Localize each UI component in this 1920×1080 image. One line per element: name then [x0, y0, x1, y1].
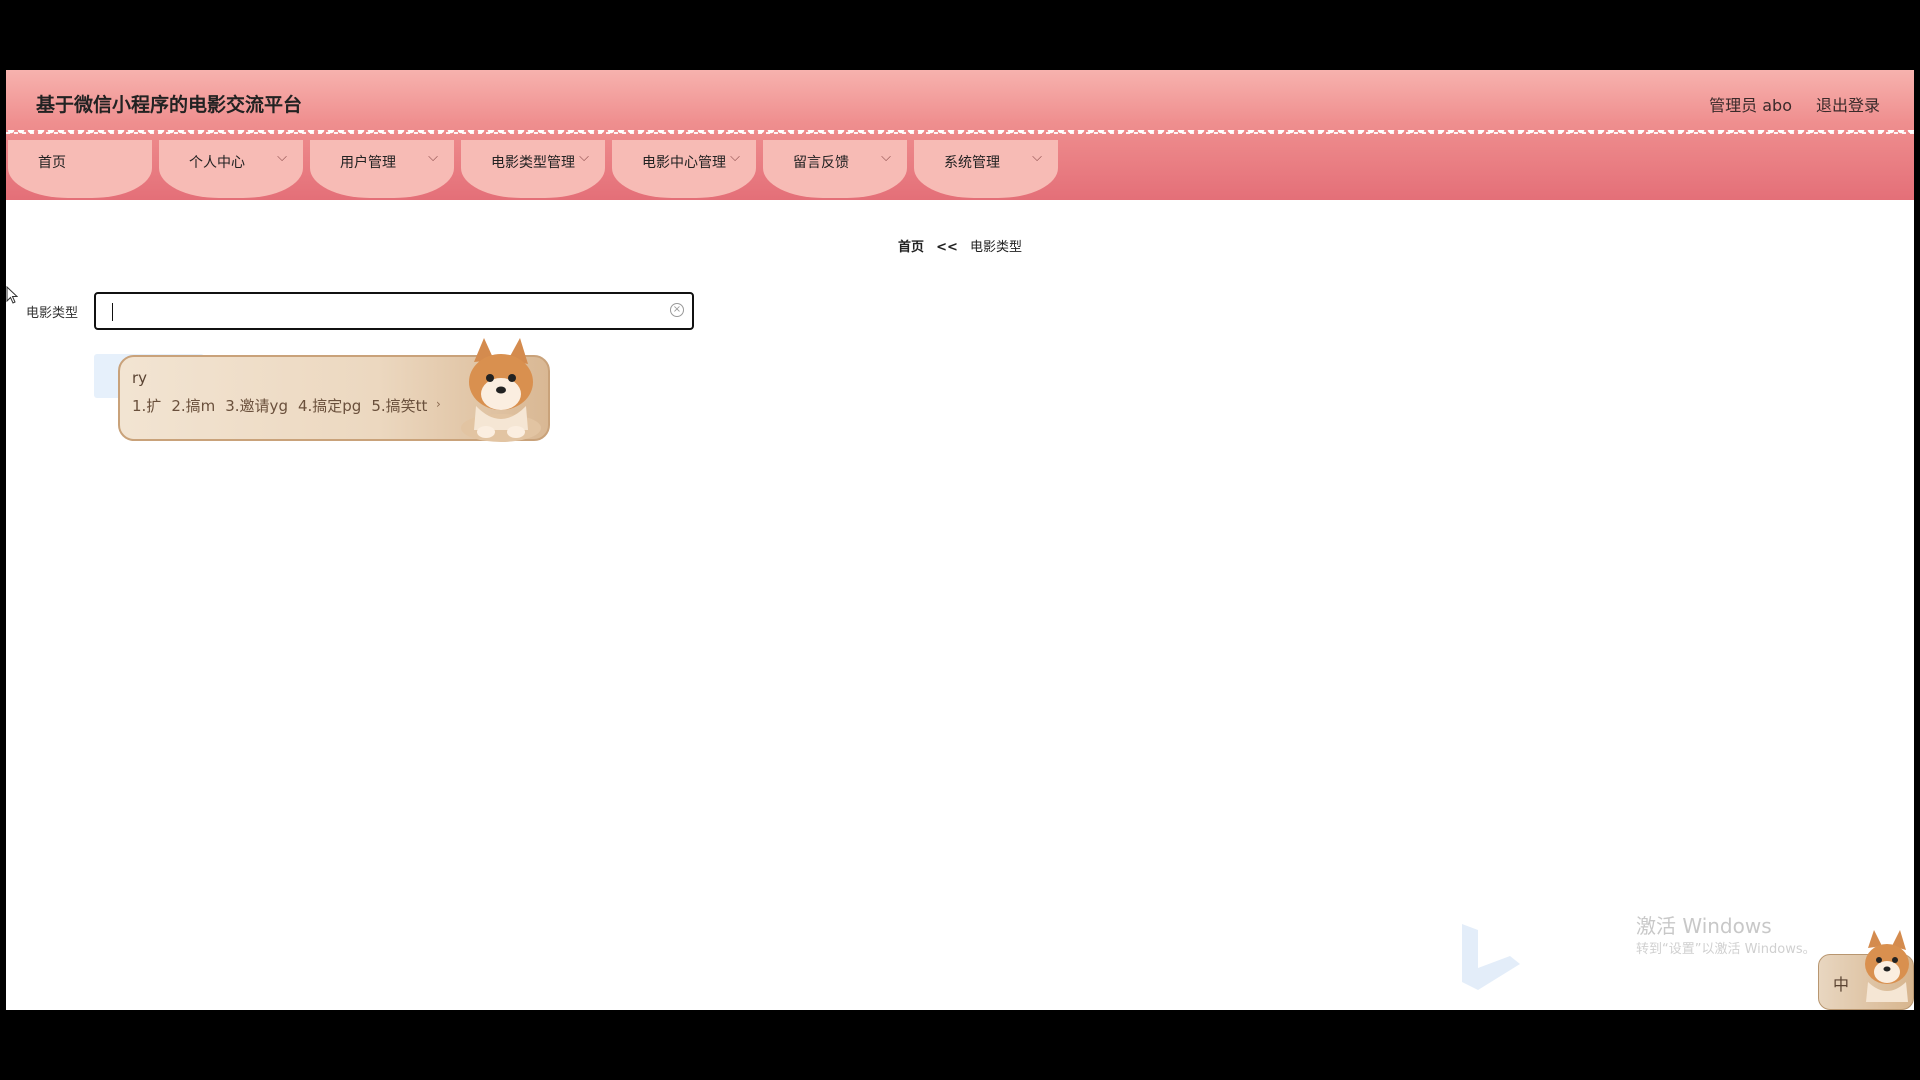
- breadcrumb-separator: <<: [936, 240, 958, 255]
- nav-item-home[interactable]: 首页: [8, 140, 152, 198]
- windows-activation-hint: 转到“设置”以激活 Windows。: [1636, 942, 1816, 957]
- nav-item-label: 电影类型管理: [491, 155, 575, 171]
- movie-type-filter-label: 电影类型: [26, 306, 79, 321]
- dashed-divider: [6, 132, 1914, 134]
- nav-item-label: 留言反馈: [793, 155, 849, 171]
- breadcrumb-current: 电影类型: [970, 240, 1023, 255]
- movie-type-input[interactable]: [106, 301, 646, 323]
- logout-link[interactable]: 退出登录: [1816, 92, 1880, 116]
- ime-candidate[interactable]: 2.搞m: [171, 395, 215, 416]
- ime-candidate[interactable]: 5.搞笑tt: [371, 395, 427, 416]
- chevron-down-icon: ⌵: [277, 150, 287, 165]
- nav-item-label: 首页: [38, 155, 66, 171]
- nav-item-label: 电影中心管理: [642, 155, 726, 171]
- ime-next-page-icon[interactable]: ›: [436, 397, 441, 411]
- ime-candidate[interactable]: 3.邀请yg: [225, 395, 288, 416]
- nav-item-label: 个人中心: [189, 155, 245, 171]
- top-header: 基于微信小程序的电影交流平台 管理员 abo 退出登录 首页 个人中心 ⌵ 用户…: [6, 70, 1914, 200]
- text-caret: [112, 303, 113, 321]
- chevron-down-icon: ⌵: [1032, 150, 1042, 165]
- shiba-dog-icon: [1865, 930, 1909, 1002]
- ime-mode-label: 中: [1833, 975, 1850, 994]
- shiba-dog-icon: [461, 338, 541, 442]
- user-area: 管理员 abo 退出登录: [1709, 92, 1880, 116]
- nav-item-movie-type-management[interactable]: 电影类型管理 ⌵: [461, 140, 605, 198]
- mouse-cursor-icon: [6, 286, 18, 304]
- ime-candidate-list: 1.扩 2.搞m 3.邀请yg 4.搞定pg 5.搞笑tt: [132, 395, 427, 416]
- bing-logo-icon: [1462, 924, 1520, 990]
- nav-item-personal-center[interactable]: 个人中心 ⌵: [159, 140, 303, 198]
- nav-item-system-management[interactable]: 系统管理 ⌵: [914, 140, 1058, 198]
- ime-candidate[interactable]: 1.扩: [132, 395, 161, 416]
- admin-user-label: 管理员 abo: [1709, 96, 1792, 115]
- clear-icon[interactable]: ×: [670, 303, 684, 317]
- nav-item-feedback[interactable]: 留言反馈 ⌵: [763, 140, 907, 198]
- chevron-down-icon: ⌵: [730, 150, 740, 165]
- windows-activation-title: 激活 Windows: [1636, 914, 1772, 938]
- main-nav: 首页 个人中心 ⌵ 用户管理 ⌵ 电影类型管理 ⌵ 电影中心管理 ⌵ 留言反馈 …: [8, 140, 1058, 198]
- ime-candidate[interactable]: 4.搞定pg: [298, 395, 361, 416]
- nav-item-label: 系统管理: [944, 155, 1000, 171]
- movie-type-search-field[interactable]: ×: [94, 292, 694, 330]
- breadcrumb-home[interactable]: 首页: [898, 240, 924, 255]
- nav-item-user-management[interactable]: 用户管理 ⌵: [310, 140, 454, 198]
- app-title: 基于微信小程序的电影交流平台: [36, 94, 303, 116]
- breadcrumb: 首页 << 电影类型: [6, 236, 1914, 255]
- browser-viewport: 基于微信小程序的电影交流平台 管理员 abo 退出登录 首页 个人中心 ⌵ 用户…: [6, 70, 1914, 1010]
- chevron-down-icon: ⌵: [579, 150, 589, 165]
- chevron-down-icon: ⌵: [428, 150, 438, 165]
- ime-composition-text: ry: [132, 369, 148, 387]
- nav-item-label: 用户管理: [340, 155, 396, 171]
- chevron-down-icon: ⌵: [881, 150, 891, 165]
- nav-item-movie-center-management[interactable]: 电影中心管理 ⌵: [612, 140, 756, 198]
